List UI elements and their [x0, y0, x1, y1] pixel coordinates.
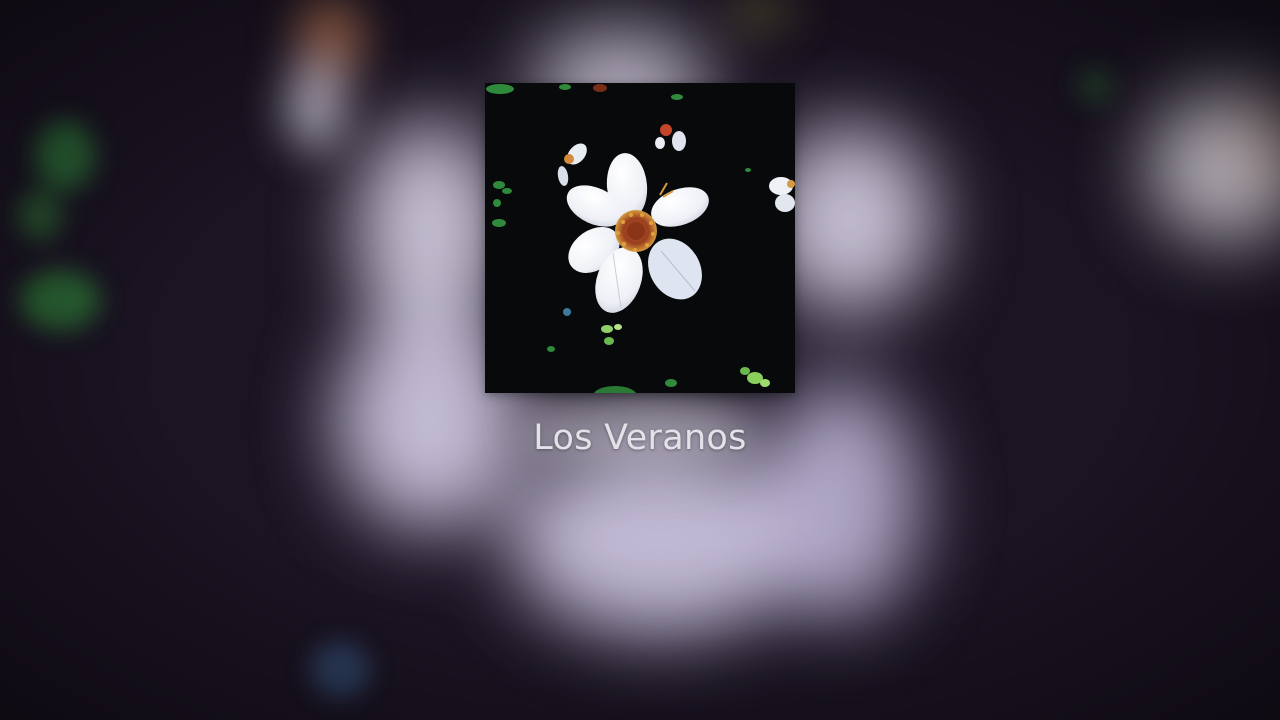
white-flower-icon [485, 83, 795, 393]
video-frame: Los Veranos [0, 0, 1280, 720]
track-title: Los Veranos [533, 418, 747, 458]
album-cover [485, 83, 795, 393]
